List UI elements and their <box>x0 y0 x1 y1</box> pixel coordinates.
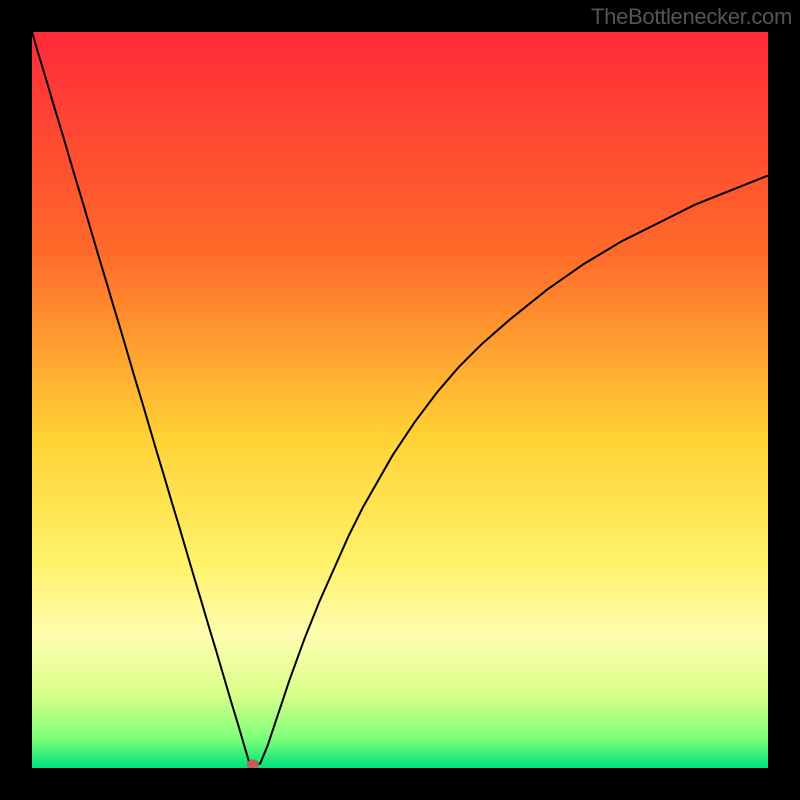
bottleneck-chart <box>0 0 800 800</box>
chart-container: TheBottleneсker.com <box>0 0 800 800</box>
attribution-text: TheBottleneсker.com <box>591 4 792 30</box>
sweet-spot-marker <box>247 759 259 769</box>
